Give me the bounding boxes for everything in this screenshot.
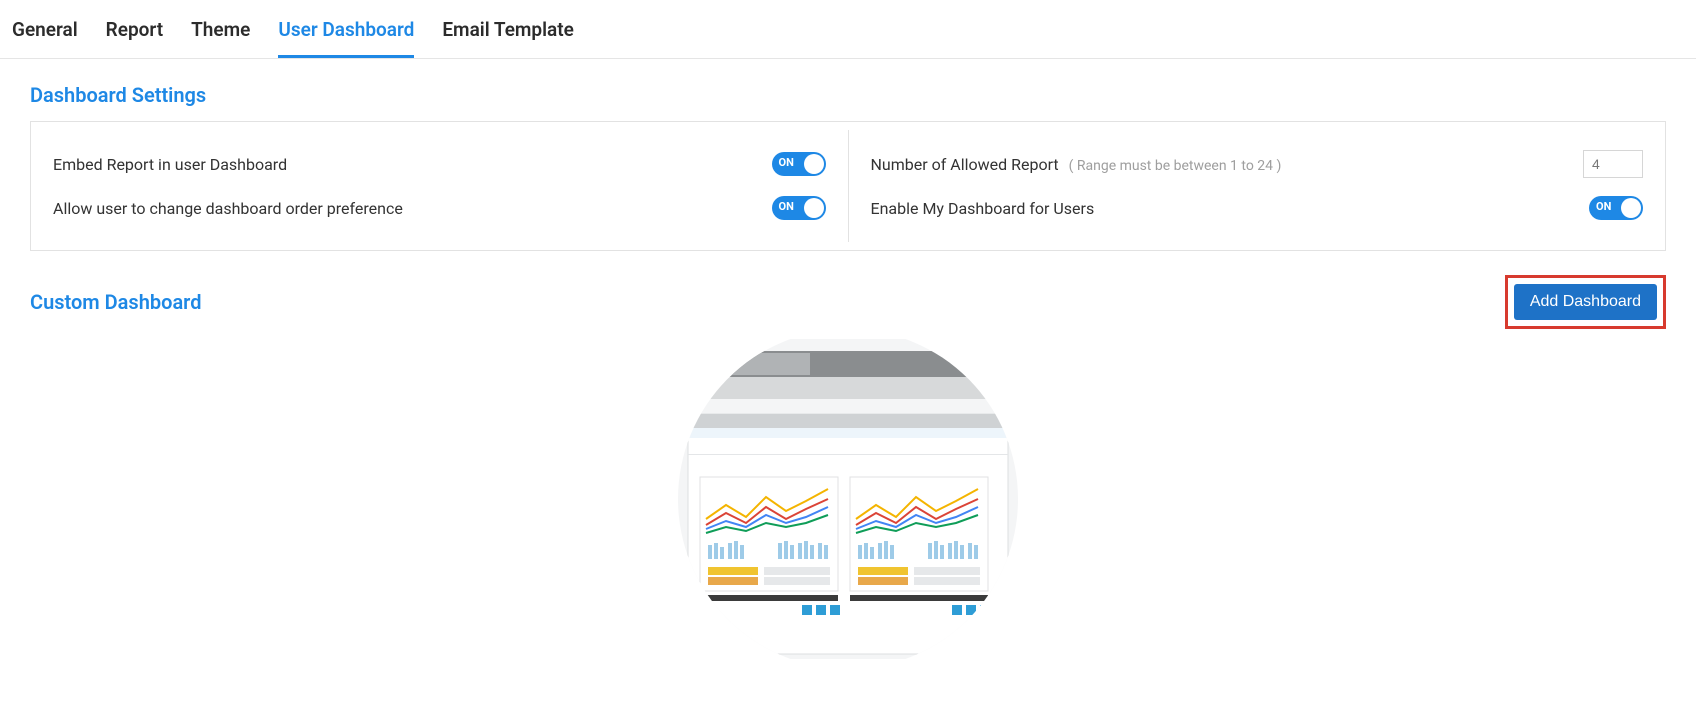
toggle-on-text: ON — [779, 156, 794, 169]
toggle-knob — [804, 154, 824, 174]
custom-dashboard-title: Custom Dashboard — [30, 290, 201, 314]
setting-enable-my-dashboard: Enable My Dashboard for Users ON — [871, 186, 1644, 230]
setting-num-allowed-label: Number of Allowed Report — [871, 155, 1059, 174]
setting-allow-order-label: Allow user to change dashboard order pre… — [53, 199, 403, 218]
setting-num-allowed-hint: ( Range must be between 1 to 24 ) — [1069, 158, 1282, 174]
toggle-knob — [1621, 198, 1641, 218]
tab-bar: General Report Theme User Dashboard Emai… — [0, 0, 1696, 59]
highlighted-add-dashboard-area: Add Dashboard — [1505, 275, 1666, 329]
setting-num-allowed-labelwrap: Number of Allowed Report ( Range must be… — [871, 155, 1282, 174]
setting-enable-my-dashboard-label: Enable My Dashboard for Users — [871, 199, 1095, 218]
dashboard-illustration — [0, 339, 1696, 659]
setting-embed-report-label: Embed Report in user Dashboard — [53, 155, 287, 174]
toggle-allow-order[interactable]: ON — [772, 196, 826, 220]
add-dashboard-button[interactable]: Add Dashboard — [1514, 284, 1657, 320]
tab-theme[interactable]: Theme — [191, 18, 250, 58]
setting-allow-order: Allow user to change dashboard order pre… — [53, 186, 826, 230]
input-num-allowed[interactable] — [1583, 150, 1643, 178]
tab-report[interactable]: Report — [106, 18, 163, 58]
toggle-on-text: ON — [779, 200, 794, 213]
setting-embed-report: Embed Report in user Dashboard ON — [53, 142, 826, 186]
toggle-on-text: ON — [1596, 200, 1611, 213]
custom-dashboard-header: Custom Dashboard Add Dashboard — [30, 275, 1666, 329]
tab-email-template[interactable]: Email Template — [442, 18, 574, 58]
settings-col-left: Embed Report in user Dashboard ON Allow … — [31, 130, 848, 242]
settings-col-right: Number of Allowed Report ( Range must be… — [848, 130, 1666, 242]
setting-num-allowed: Number of Allowed Report ( Range must be… — [871, 142, 1644, 186]
tab-general[interactable]: General — [12, 18, 78, 58]
dashboard-settings-panel: Embed Report in user Dashboard ON Allow … — [30, 121, 1666, 251]
toggle-enable-my-dashboard[interactable]: ON — [1589, 196, 1643, 220]
toggle-embed-report[interactable]: ON — [772, 152, 826, 176]
dashboard-illustration-svg — [668, 339, 1028, 659]
toggle-knob — [804, 198, 824, 218]
tab-user-dashboard[interactable]: User Dashboard — [278, 18, 414, 58]
dashboard-settings-title: Dashboard Settings — [30, 83, 1696, 107]
